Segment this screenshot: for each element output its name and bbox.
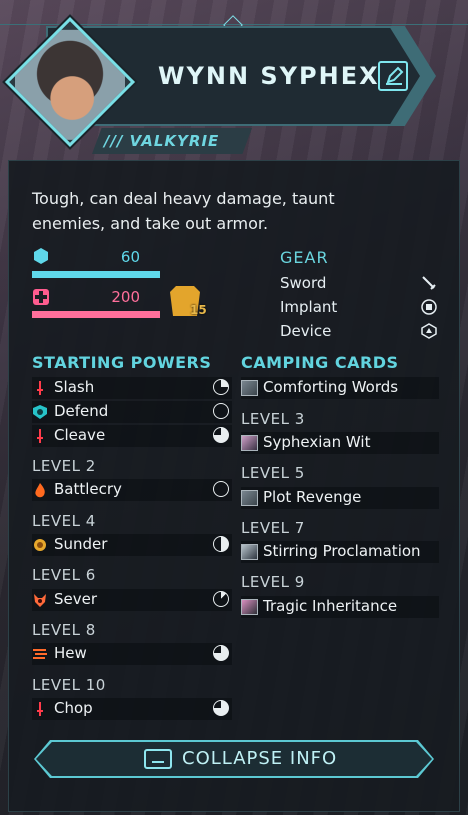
clock-half-icon	[213, 536, 229, 552]
clock-three-quarter-icon	[213, 427, 229, 443]
camping-card-label: Plot Revenge	[263, 488, 362, 506]
class-label: /// VALKYRIE	[104, 132, 220, 150]
edit-icon	[386, 66, 404, 85]
card-thumbnail-icon	[241, 380, 258, 396]
clock-quarter-icon	[213, 379, 229, 395]
demon-icon	[34, 594, 46, 607]
camping-level-label: LEVEL 3	[241, 410, 305, 428]
power-row[interactable]: Hew	[32, 643, 232, 665]
card-thumbnail-icon	[241, 490, 258, 506]
camping-level-label: LEVEL 9	[241, 573, 305, 591]
power-row[interactable]: Sever	[32, 589, 232, 611]
clock-empty-icon	[213, 403, 229, 419]
camping-cards-title: CAMPING CARDS	[241, 353, 399, 372]
character-portrait-image	[15, 29, 125, 140]
health-value: 200	[111, 288, 140, 306]
power-level-label: LEVEL 8	[32, 621, 96, 639]
camping-card-label: Stirring Proclamation	[263, 542, 421, 560]
camping-card-row[interactable]: Plot Revenge	[241, 487, 439, 509]
power-level-label: LEVEL 10	[32, 676, 106, 694]
power-label: Slash	[54, 378, 95, 396]
card-thumbnail-icon	[241, 544, 258, 560]
burst-icon	[34, 539, 46, 551]
camping-card-label: Tragic Inheritance	[263, 597, 398, 615]
character-name: WYNN SYPHEX	[158, 62, 380, 90]
dagger-icon	[37, 381, 43, 395]
character-description: Tough, can deal heavy damage, taunt enem…	[32, 189, 335, 233]
power-row[interactable]: Defend	[32, 401, 232, 423]
device-icon[interactable]	[420, 322, 438, 340]
portrait	[4, 16, 136, 148]
camping-card-label: Syphexian Wit	[263, 433, 371, 451]
health-icon	[33, 289, 49, 305]
implant-icon[interactable]	[420, 298, 438, 316]
power-level-label: LEVEL 4	[32, 512, 96, 530]
camping-level-label: LEVEL 5	[241, 464, 305, 482]
power-level-label: LEVEL 2	[32, 457, 96, 475]
clock-three-quarter-icon	[213, 645, 229, 661]
power-label: Sunder	[54, 535, 108, 553]
camping-card-row[interactable]: Tragic Inheritance	[241, 596, 439, 618]
power-row[interactable]: Chop	[32, 698, 232, 720]
edit-name-button[interactable]	[378, 61, 408, 91]
gear-item-sword: Sword	[280, 274, 327, 292]
armor-bar	[32, 271, 160, 278]
power-label: Chop	[54, 699, 93, 717]
dagger-icon	[37, 702, 43, 716]
starting-powers-title: STARTING POWERS	[32, 353, 212, 372]
armor-value: 60	[120, 248, 140, 266]
power-row[interactable]: Slash	[32, 377, 232, 399]
power-row[interactable]: Sunder	[32, 534, 232, 556]
camping-card-label: Comforting Words	[263, 378, 399, 396]
sword-icon[interactable]	[420, 274, 438, 292]
card-thumbnail-icon	[241, 599, 258, 615]
keyboard-key-icon	[144, 749, 172, 769]
clock-three-quarter-icon	[213, 700, 229, 716]
power-label: Battlecry	[54, 480, 122, 498]
health-bar	[32, 311, 160, 318]
gear-item-implant: Implant	[280, 298, 338, 316]
level-badge-number: 15	[190, 303, 207, 317]
dagger-icon	[37, 429, 43, 443]
power-level-label: LEVEL 6	[32, 566, 96, 584]
camping-level-label: LEVEL 7	[241, 519, 305, 537]
camping-card-row[interactable]: Comforting Words	[241, 377, 439, 399]
slash-lines-icon	[33, 649, 47, 659]
power-label: Sever	[54, 590, 98, 608]
camping-card-row[interactable]: Stirring Proclamation	[241, 541, 439, 563]
clock-eighth-icon	[213, 591, 229, 607]
power-label: Hew	[54, 644, 87, 662]
collapse-info-label[interactable]: COLLAPSE INFO	[182, 748, 337, 769]
camping-card-row[interactable]: Syphexian Wit	[241, 432, 439, 454]
gear-title: GEAR	[280, 248, 329, 267]
flame-icon	[35, 483, 45, 498]
card-thumbnail-icon	[241, 435, 258, 451]
power-row[interactable]: Battlecry	[32, 479, 232, 501]
clock-empty-icon	[213, 481, 229, 497]
power-label: Defend	[54, 402, 109, 420]
power-row[interactable]: Cleave	[32, 425, 232, 447]
gear-item-device: Device	[280, 322, 332, 340]
shield-icon	[33, 405, 47, 419]
power-label: Cleave	[54, 426, 106, 444]
